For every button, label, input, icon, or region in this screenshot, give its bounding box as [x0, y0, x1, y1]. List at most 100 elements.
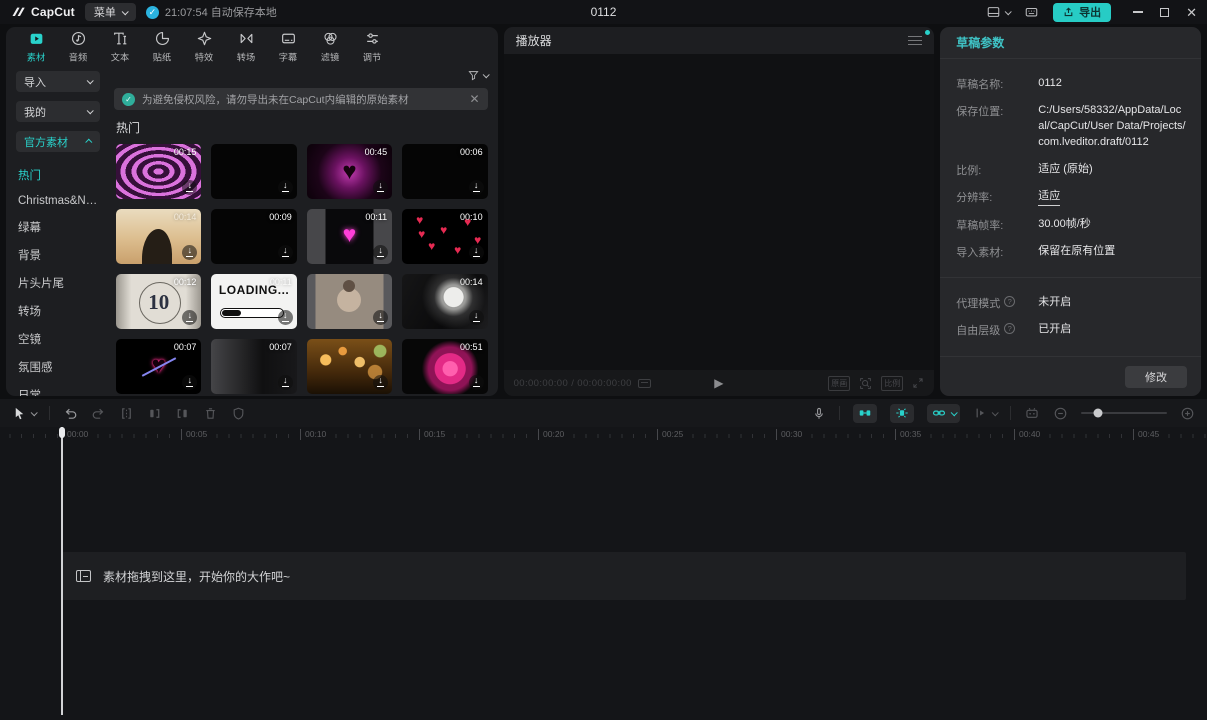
tab-effects[interactable]: 特效	[184, 30, 224, 64]
media-icon	[28, 30, 45, 47]
sidebar-category[interactable]: 背景	[16, 241, 104, 269]
download-icon[interactable]	[182, 180, 197, 195]
download-icon[interactable]	[373, 375, 388, 390]
download-icon[interactable]	[278, 375, 293, 390]
download-icon[interactable]	[278, 245, 293, 260]
fit-timeline-button[interactable]	[1024, 406, 1040, 421]
download-icon[interactable]	[373, 310, 388, 325]
download-icon[interactable]	[469, 180, 484, 195]
download-icon[interactable]	[182, 245, 197, 260]
shield-icon[interactable]	[231, 406, 246, 421]
split-button[interactable]	[119, 406, 134, 421]
download-icon[interactable]	[373, 180, 388, 195]
draft-row-value[interactable]: 适应	[1038, 189, 1060, 206]
play-button[interactable]: ▶	[714, 376, 723, 390]
modify-button[interactable]: 修改	[1125, 366, 1187, 388]
linkage-button[interactable]	[927, 404, 960, 423]
layout-toggle-button[interactable]	[986, 5, 1010, 19]
filter-icon[interactable]	[467, 69, 480, 81]
notice-text: 为避免侵权风险，请勿导出未在CapCut内编辑的原始素材	[142, 92, 463, 107]
tab-filters[interactable]: 滤镜	[310, 30, 350, 64]
media-tile[interactable]: 00:14	[402, 274, 487, 329]
media-tile[interactable]	[211, 144, 296, 199]
tab-text[interactable]: 文本	[100, 30, 140, 64]
sidebar-category[interactable]: 转场	[16, 297, 104, 325]
close-button[interactable]: ✕	[1186, 6, 1197, 19]
media-tile[interactable]	[307, 339, 392, 394]
tab-captions[interactable]: 字幕	[268, 30, 308, 64]
help-icon[interactable]	[1004, 323, 1015, 334]
quality-button[interactable]: 原画	[828, 376, 850, 391]
redo-button[interactable]	[91, 406, 106, 421]
help-icon[interactable]	[1004, 296, 1015, 307]
menu-button[interactable]: 菜单	[85, 3, 136, 21]
undo-button[interactable]	[63, 406, 78, 421]
sidebar-category[interactable]: Christmas&New ...	[16, 189, 104, 213]
media-tile[interactable]: 00:11	[307, 209, 392, 264]
media-tile[interactable]: 00:10	[402, 209, 487, 264]
trim-left-button[interactable]	[147, 406, 162, 421]
timeline-tracks[interactable]: 素材拖拽到这里，开始你的大作吧~	[0, 443, 1207, 720]
official-assets-dropdown[interactable]: 官方素材	[16, 131, 100, 152]
main-track-drop-zone[interactable]: 素材拖拽到这里，开始你的大作吧~	[62, 552, 1186, 600]
media-tile[interactable]: 1000:12	[116, 274, 201, 329]
tab-media[interactable]: 素材	[16, 30, 56, 64]
auto-snap-button[interactable]	[890, 404, 914, 423]
shortcuts-button[interactable]	[1024, 5, 1039, 19]
media-tile[interactable]: 00:51	[402, 339, 487, 394]
download-icon[interactable]	[182, 375, 197, 390]
media-tile[interactable]: 00:14	[116, 209, 201, 264]
sidebar-category[interactable]: 氛围感	[16, 353, 104, 381]
zoom-slider-thumb[interactable]	[1094, 409, 1103, 418]
timecode-settings-icon[interactable]	[638, 379, 651, 388]
sidebar-category[interactable]: 空镜	[16, 325, 104, 353]
media-tile[interactable]: 00:07	[116, 339, 201, 394]
zoom-in-button[interactable]	[1180, 406, 1195, 421]
tab-adjust[interactable]: 调节	[352, 30, 392, 64]
player-menu-icon[interactable]	[908, 36, 922, 45]
minimize-button[interactable]	[1133, 11, 1143, 12]
maximize-button[interactable]	[1160, 8, 1169, 17]
preview-zoom-icon[interactable]	[859, 377, 872, 390]
select-tool-button[interactable]	[12, 406, 36, 421]
sidebar-category[interactable]: 热门	[16, 161, 104, 189]
media-tile[interactable]: 00:06	[402, 144, 487, 199]
download-icon[interactable]	[278, 310, 293, 325]
timeline-zoom-slider[interactable]	[1081, 412, 1167, 414]
media-tile[interactable]: 00:15	[116, 144, 201, 199]
media-tile[interactable]: LOADING...00:11	[211, 274, 296, 329]
fullscreen-icon[interactable]	[912, 377, 924, 389]
download-icon[interactable]	[469, 245, 484, 260]
media-tile[interactable]: 00:09	[211, 209, 296, 264]
media-tile[interactable]: 00:45	[307, 144, 392, 199]
download-icon[interactable]	[278, 180, 293, 195]
media-tile[interactable]	[307, 274, 392, 329]
tab-transition[interactable]: 转场	[226, 30, 266, 64]
download-icon[interactable]	[182, 310, 197, 325]
chevron-down-icon[interactable]	[482, 71, 489, 78]
main-track-magnet-button[interactable]	[853, 404, 877, 423]
mine-dropdown[interactable]: 我的	[16, 101, 100, 122]
notice-close-icon[interactable]: ✕	[470, 92, 480, 106]
preview-axis-button[interactable]	[973, 406, 997, 420]
record-voiceover-button[interactable]	[812, 406, 826, 421]
sidebar-category[interactable]: 绿幕	[16, 213, 104, 241]
zoom-out-button[interactable]	[1053, 406, 1068, 421]
delete-button[interactable]	[203, 406, 218, 421]
sidebar-category[interactable]: 日常	[16, 381, 104, 396]
download-icon[interactable]	[469, 310, 484, 325]
download-icon[interactable]	[373, 245, 388, 260]
player-viewport[interactable]	[504, 54, 935, 370]
ruler-label: 00:20	[538, 429, 568, 440]
download-icon[interactable]	[469, 375, 484, 390]
media-tile[interactable]: 00:07	[211, 339, 296, 394]
import-dropdown[interactable]: 导入	[16, 71, 100, 92]
ratio-button[interactable]: 比例	[881, 376, 903, 391]
export-button[interactable]: 导出	[1053, 3, 1111, 22]
trim-right-button[interactable]	[175, 406, 190, 421]
timeline-ruler[interactable]: 00:0000:0500:1000:1500:2000:2500:3000:35…	[0, 427, 1207, 443]
tab-sticker[interactable]: 贴纸	[142, 30, 182, 64]
sidebar-category[interactable]: 片头片尾	[16, 269, 104, 297]
playhead[interactable]	[61, 427, 63, 715]
tab-audio[interactable]: 音频	[58, 30, 98, 64]
